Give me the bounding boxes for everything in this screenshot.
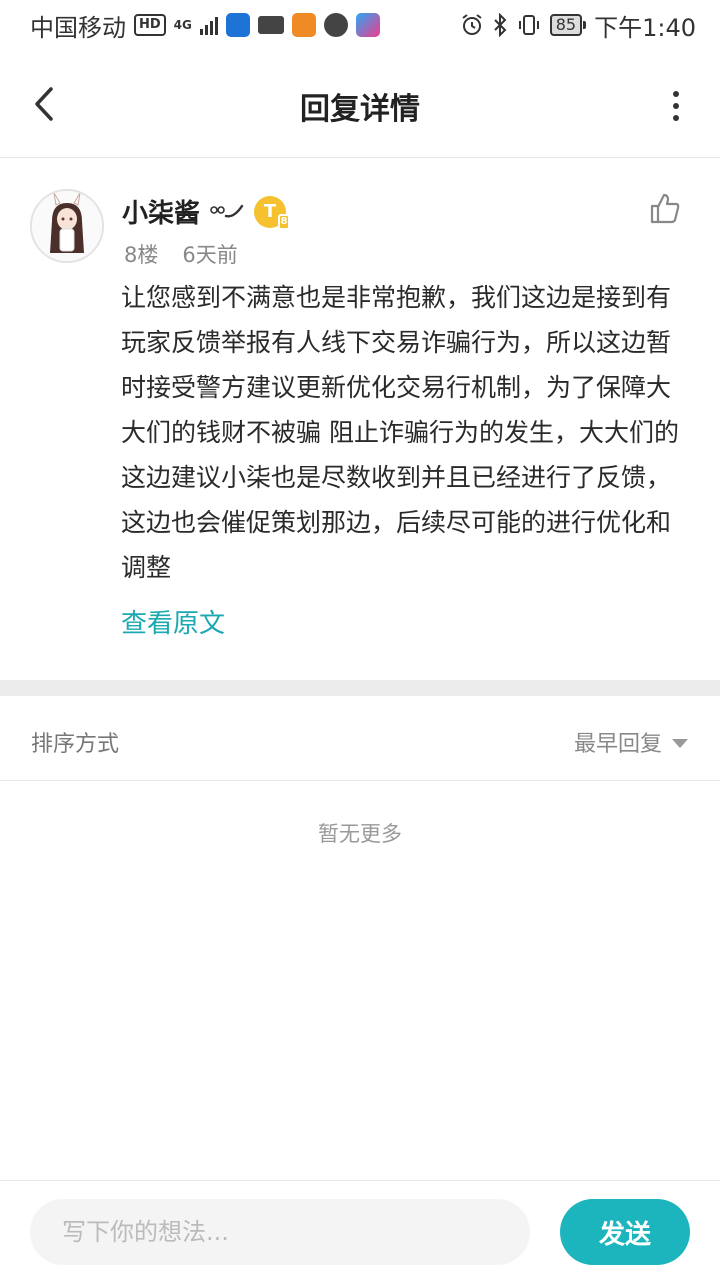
reply-input[interactable] [30,1199,530,1265]
caret-down-icon [672,739,688,748]
thumbs-up-icon [650,193,680,224]
sort-label: 排序方式 [31,732,120,757]
username[interactable]: 小柒酱 [122,193,200,230]
more-vertical-icon [673,91,679,97]
battery-level: 85 [549,14,583,36]
badge-letter: T [263,201,277,222]
network-type: 4G [173,18,192,32]
alarm-icon [462,14,482,35]
status-left: 中国移动 HD 4G [30,8,380,43]
avatar[interactable] [30,189,104,263]
decoration-icon [210,204,244,217]
level-badge-icon: T 8 [254,195,291,230]
sort-row: 排序方式 最早回复 [0,696,720,781]
username-row: 小柒酱 T 8 [122,193,291,230]
status-right: 85 下午1:40 [460,8,696,43]
sort-selected: 最早回复 [573,732,662,757]
view-original-link[interactable]: 查看原文 [121,603,225,640]
timestamp: 6天前 [182,243,238,267]
shield-app-icon [225,13,250,37]
hd-icon: HD [134,14,166,36]
message-icon [323,13,348,37]
comment-content: 让您感到不满意也是非常抱歉，我们这边是接到有玩家反馈举报有人线下交易诈骗行为，所… [121,283,679,582]
badge-level: 8 [278,213,291,230]
page-title: 回复详情 [300,92,420,127]
status-bar: 中国移动 HD 4G 85 下午1:40 [0,0,720,50]
section-divider [0,680,720,696]
briefcase-app-icon [257,16,284,34]
vibrate-icon [518,15,539,35]
floor-number: 8楼 [124,243,159,267]
battery-icon: 85 [549,14,587,36]
comment-card: 小柒酱 T 8 8楼 6天前 让您感到不满意也是非常抱歉，我们这边是接到有玩家反… [0,159,720,680]
youku-icon [355,13,380,37]
more-options-button[interactable] [666,86,686,126]
signal-icon [199,15,218,35]
uc-browser-icon [291,13,316,37]
sort-dropdown[interactable]: 最早回复 [574,726,688,758]
send-button[interactable]: 发送 [560,1199,690,1265]
clock: 下午1:40 [594,13,696,42]
comment-meta: 8楼 6天前 [124,239,238,269]
bottom-input-bar: 发送 [0,1180,720,1280]
like-button[interactable] [648,191,682,225]
carrier-name: 中国移动 [30,13,126,42]
title-bar: 回复详情 [0,50,720,158]
empty-replies-text: 暂无更多 [318,822,402,846]
bluetooth-icon [494,13,507,37]
